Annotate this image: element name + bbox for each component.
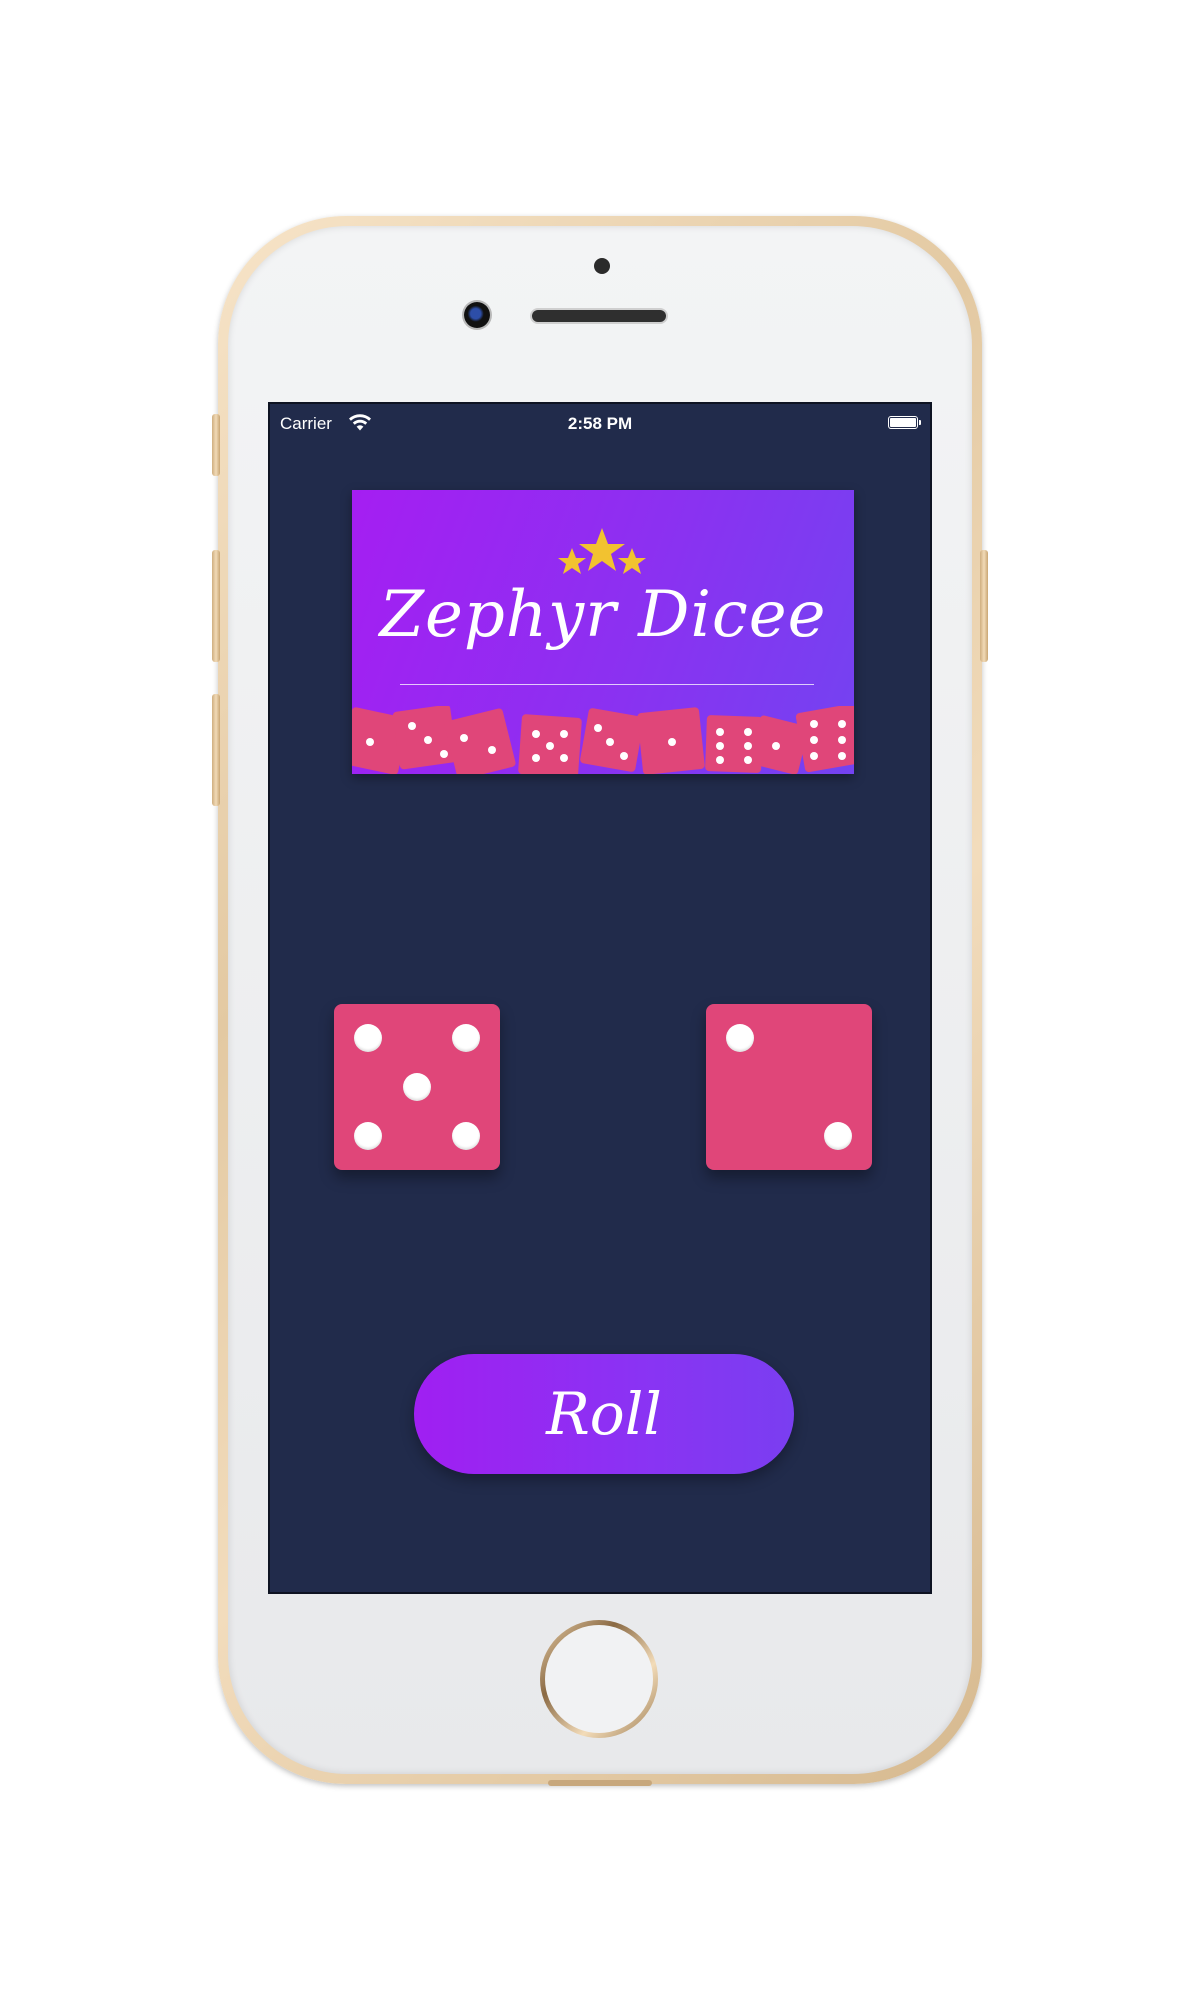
decorative-dice-row <box>352 706 854 774</box>
home-button[interactable] <box>540 1620 658 1738</box>
status-bar: Carrier 2:58 PM <box>270 404 930 444</box>
earpiece-speaker <box>532 310 666 322</box>
die-pip <box>726 1024 754 1052</box>
volume-up-button <box>212 550 220 662</box>
bottom-edge <box>548 1780 652 1786</box>
app-screen: Carrier 2:58 PM Zephyr Dicee Roll <box>268 402 932 1594</box>
die-pip <box>403 1073 431 1101</box>
stars-icon <box>558 528 646 574</box>
mute-switch <box>212 414 220 476</box>
proximity-sensor <box>594 258 610 274</box>
die-pip <box>452 1024 480 1052</box>
left-die <box>334 1004 500 1170</box>
app-screenshot: Carrier 2:58 PM Zephyr Dicee Roll <box>0 0 1200 2000</box>
logo-title: Zephyr Dicee <box>379 578 827 652</box>
right-die <box>706 1004 872 1170</box>
logo-divider <box>400 684 814 685</box>
roll-button[interactable]: Roll <box>414 1354 794 1474</box>
battery-icon <box>888 416 921 429</box>
die-pip <box>824 1122 852 1150</box>
die-pip <box>452 1122 480 1150</box>
power-button <box>980 550 988 662</box>
front-camera <box>464 302 490 328</box>
die-pip <box>354 1122 382 1150</box>
volume-down-button <box>212 694 220 806</box>
die-pip <box>354 1024 382 1052</box>
status-time: 2:58 PM <box>567 414 633 433</box>
logo-banner: Zephyr Dicee <box>352 490 854 774</box>
